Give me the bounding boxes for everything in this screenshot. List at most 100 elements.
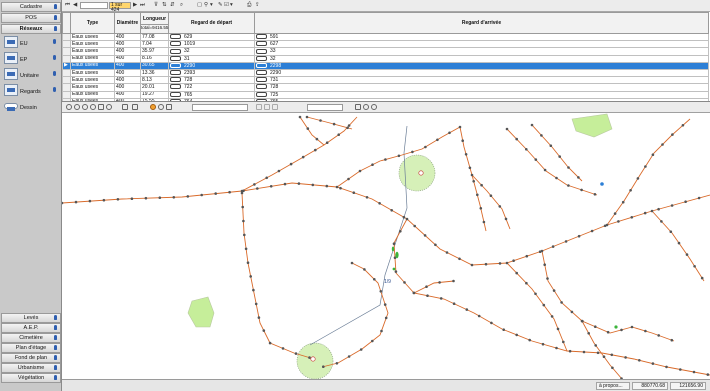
cell-depart[interactable]: 765 [168,90,255,99]
row-header[interactable] [62,76,71,85]
manhole-node[interactable] [158,196,162,199]
cell-longueur[interactable]: 77.08 [140,32,169,42]
manhole-node[interactable] [325,184,329,188]
manhole-node[interactable] [700,276,704,280]
manhole-node[interactable] [394,270,398,273]
manhole-node[interactable] [530,123,534,127]
link-icon[interactable] [170,92,181,97]
table-row[interactable]: Eaux usees 400 7.04 1019 627 [62,40,709,49]
manhole-node[interactable] [577,234,581,238]
manhole-node[interactable] [322,365,325,368]
manhole-node[interactable] [602,355,606,358]
manhole-node[interactable] [697,196,701,200]
manhole-node[interactable] [411,150,414,154]
cell-longueur[interactable]: 8.13 [140,76,169,85]
manhole-node[interactable] [693,265,696,268]
manhole-node[interactable] [426,294,429,297]
link-icon[interactable] [256,48,267,54]
manhole-node[interactable] [605,223,609,227]
search-icon[interactable]: ⚲ [204,2,208,9]
cell-diametre[interactable]: 400 [114,32,141,42]
sort-icon[interactable]: ⇅ [162,2,167,9]
manhole-node[interactable] [305,115,309,119]
cell-type[interactable]: Eaux usees [70,61,115,70]
layer-regards[interactable]: Regards [2,83,60,99]
row-header[interactable] [62,83,71,92]
manhole-node[interactable] [402,215,406,219]
zoom-out-icon[interactable] [74,104,80,110]
pin-icon[interactable] [53,55,56,60]
manhole-node[interactable] [249,275,252,278]
table-row[interactable]: Eaux usees 400 8.16 31 32 [62,54,709,63]
manhole-node[interactable] [319,119,322,122]
save-icon[interactable] [355,104,361,110]
manhole-node[interactable] [241,205,244,209]
cell-longueur[interactable]: 7.04 [140,40,169,49]
row-header[interactable] [62,47,71,56]
fond-de-plan-button[interactable]: Fond de plan [1,353,61,363]
cell-arrivee[interactable]: 33 [254,47,709,56]
cell-longueur[interactable]: 35.97 [140,47,169,56]
table-row[interactable]: Eaux usees 400 8.13 728 731 [62,76,709,85]
manhole-node[interactable] [186,195,190,198]
manhole-node[interactable] [541,342,545,346]
cell-type[interactable]: Eaux usees [70,32,115,42]
leves-button[interactable]: Levés [1,313,61,323]
selected-manhole[interactable] [310,356,316,362]
previous-record-icon[interactable]: ◀ [73,2,77,9]
link-icon[interactable] [170,63,181,68]
manhole-node[interactable] [373,278,376,281]
manhole-node[interactable] [298,115,302,119]
manhole-node[interactable] [359,348,363,351]
manhole-node[interactable] [452,302,456,305]
line-tool-icon[interactable] [264,104,270,110]
zoom-to-icon[interactable]: ⌕ [180,2,183,9]
manhole-node[interactable] [306,127,310,130]
table-row[interactable]: ▶ Eaux usees 400 30.65 2290 2298 [62,61,709,70]
manhole-node[interactable] [550,315,554,318]
manhole-node[interactable] [556,327,560,331]
manhole-node[interactable] [512,259,515,262]
cell-longueur[interactable]: 13.36 [140,68,169,78]
manhole-node[interactable] [657,334,660,337]
manhole-node[interactable] [116,198,120,201]
manhole-node[interactable] [482,220,486,224]
manhole-node[interactable] [665,365,668,369]
manhole-node[interactable] [424,145,427,149]
manhole-node[interactable] [679,368,682,371]
link-icon[interactable] [256,63,267,68]
manhole-node[interactable] [468,166,472,170]
cell-arrivee[interactable]: 728 [254,83,709,92]
manhole-node[interactable] [580,319,584,323]
refresh-icon[interactable] [106,104,112,110]
cell-arrivee[interactable]: 32 [254,54,709,63]
manhole-node[interactable] [301,155,305,159]
cell-diametre[interactable]: 400 [114,76,141,85]
pin-icon[interactable] [53,87,56,92]
manhole-node[interactable] [380,329,383,333]
cell-type[interactable]: Eaux usees [70,40,115,49]
cell-type[interactable]: Eaux usees [70,83,115,92]
manhole-node[interactable] [587,332,590,335]
manhole-node[interactable] [257,316,261,319]
manhole-node[interactable] [277,169,281,173]
manhole-node[interactable] [332,122,336,126]
cell-type[interactable]: Eaux usees [70,76,115,85]
manhole-node[interactable] [88,199,92,203]
manhole-node[interactable] [384,158,387,161]
cadastre-button[interactable]: Cadastre [1,2,61,12]
next-record-icon[interactable]: ▶ [133,2,137,9]
cell-arrivee[interactable]: 2298 [254,61,709,70]
network-map[interactable]: 1/9 [62,113,710,379]
cell-depart[interactable]: 728 [168,76,255,85]
cell-diametre[interactable]: 400 [114,90,141,99]
manhole-node[interactable] [214,192,217,195]
manhole-node[interactable] [504,217,508,221]
cell-arrivee[interactable]: 627 [254,40,709,49]
table-row[interactable]: Eaux usees 400 20.01 722 728 [62,83,709,92]
pos-button[interactable]: POS [1,13,61,23]
manhole-node[interactable] [347,355,351,358]
link-icon[interactable] [256,56,267,61]
manhole-node[interactable] [525,281,528,285]
link-icon[interactable] [170,41,181,47]
